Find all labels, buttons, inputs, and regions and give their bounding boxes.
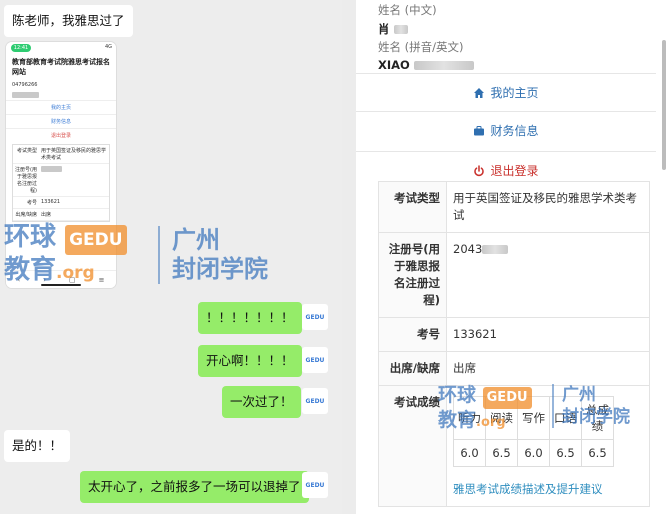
chat-message-out: 太开心了，之前报多了一场可以退掉了 xyxy=(80,471,309,503)
registration-key: 注册号(用于雅思报名注册过程) xyxy=(378,232,447,318)
registration-number: 2043 xyxy=(453,242,483,256)
avatar-label: GEDU xyxy=(305,481,325,489)
name-cn-label: 姓名 (中文) xyxy=(378,3,437,17)
candidate-number-key: 考号 xyxy=(378,317,447,352)
phone-row-key: 注册号(用于雅思报名注册过程) xyxy=(15,167,37,194)
phone-row-value: 133621 xyxy=(41,199,61,205)
finance-link[interactable]: 财务信息 xyxy=(356,111,656,149)
score-header-speaking: 口语 xyxy=(549,396,582,440)
registration-value: 2043 xyxy=(446,232,650,318)
scores-cell: 听力 阅读 写作 口语 总成绩 6.0 6.5 6.0 6.5 6.5 雅思考试… xyxy=(446,385,650,507)
phone-row: 出席/缺席 出席 xyxy=(13,209,109,221)
phone-row-value: 出席 xyxy=(41,212,52,218)
phone-row: 注册号(用于雅思报名注册过程) XXXXXX xyxy=(13,164,109,197)
menu-icon: ≡ xyxy=(98,275,105,284)
table-row: 考试类型 用于英国签证及移民的雅思学术类考试 xyxy=(378,181,650,233)
name-en-text: XIAO xyxy=(378,58,410,72)
phone-row-value: 用于英国签证及移民的雅思学术类考试 xyxy=(41,148,107,161)
phone-candidate-number: 04796266 xyxy=(12,82,38,88)
scores-header-row: 听力 阅读 写作 口语 总成绩 xyxy=(453,396,614,440)
finance-link-label: 财务信息 xyxy=(490,124,539,138)
scores-value-row: 6.0 6.5 6.0 6.5 6.5 xyxy=(453,439,614,467)
table-row: 考号 133621 xyxy=(378,317,650,352)
chat-message-in: 陈老师，我雅思过了 xyxy=(4,5,133,37)
avatar-label: GEDU xyxy=(305,397,325,405)
exam-type-key: 考试类型 xyxy=(378,181,447,233)
score-writing: 6.0 xyxy=(517,439,550,467)
score-listening: 6.0 xyxy=(453,439,486,467)
phone-home-indicator xyxy=(41,284,81,286)
score-overall: 6.5 xyxy=(581,439,614,467)
name-en-value: XIAO xyxy=(378,58,474,72)
phone-link-finance: 财务信息 xyxy=(6,114,116,128)
redaction xyxy=(482,245,509,254)
phone-row-key: 考试类型 xyxy=(16,148,37,154)
phone-page-title: 教育部教育考试院雅思考试报名网站 xyxy=(12,58,110,76)
scores-table: 听力 阅读 写作 口语 总成绩 6.0 6.5 6.0 6.5 6.5 xyxy=(453,396,614,467)
score-description-link[interactable]: 雅思考试成绩描述及提升建议 xyxy=(453,481,643,498)
score-reading: 6.5 xyxy=(485,439,518,467)
name-cn-text: 肖 xyxy=(378,22,390,36)
name-en-label: 姓名 (拼音/英文) xyxy=(378,40,464,54)
phone-status-bar: 12:41 4G xyxy=(6,42,116,54)
ielts-result-page: 姓名 (中文) 肖 姓名 (拼音/英文) XIAO 我的主页 财务信息 退出登录… xyxy=(356,0,669,514)
chat-message-out: 一次过了！ xyxy=(222,386,301,418)
exam-info-table: 考试类型 用于英国签证及移民的雅思学术类考试 注册号(用于雅思报名注册过程) 2… xyxy=(378,181,650,507)
attendance-key: 出席/缺席 xyxy=(378,351,447,386)
score-header-writing: 写作 xyxy=(517,396,550,440)
tabs-icon: ▢ xyxy=(69,275,76,284)
forward-icon: › xyxy=(43,275,47,284)
phone-link-home: 我的主页 xyxy=(6,100,116,114)
phone-link-logout: 退出登录 xyxy=(6,128,116,142)
avatar[interactable]: GEDU xyxy=(302,304,328,330)
scores-key: 考试成绩 xyxy=(378,385,447,507)
phone-row: 考试类型 用于英国签证及移民的雅思学术类考试 xyxy=(13,145,109,164)
chat-message-out: ！！！！！！！ xyxy=(198,302,302,334)
phone-time: 12:41 xyxy=(11,44,31,52)
score-header-reading: 阅读 xyxy=(485,396,518,440)
phone-row-value: XXXXXX xyxy=(39,164,109,196)
power-icon xyxy=(474,164,485,176)
avatar[interactable]: GEDU xyxy=(302,347,328,373)
phone-row-key: 出席/缺席 xyxy=(15,212,37,218)
home-link-label: 我的主页 xyxy=(490,86,539,100)
phone-info-table: 考试类型 用于英国签证及移民的雅思学术类考试 注册号(用于雅思报名注册过程) X… xyxy=(12,144,110,222)
avatar-label: GEDU xyxy=(305,313,325,321)
home-link[interactable]: 我的主页 xyxy=(356,73,656,111)
candidate-number-value: 133621 xyxy=(446,317,650,352)
redaction xyxy=(393,25,408,34)
exam-type-value: 用于英国签证及移民的雅思学术类考试 xyxy=(446,181,650,233)
scrollbar[interactable] xyxy=(662,40,666,170)
shared-screenshot-image[interactable]: 12:41 4G 教育部教育考试院雅思考试报名网站 04796266 XXXXX… xyxy=(6,42,116,288)
chat-panel: 陈老师，我雅思过了 12:41 4G 教育部教育考试院雅思考试报名网站 0479… xyxy=(0,0,342,514)
attendance-value: 出席 xyxy=(446,351,650,386)
avatar[interactable]: GEDU xyxy=(302,472,328,498)
table-row: 出席/缺席 出席 xyxy=(378,351,650,386)
logout-label: 退出登录 xyxy=(490,164,539,178)
phone-row: 考号 133621 xyxy=(13,197,109,209)
score-speaking: 6.5 xyxy=(549,439,582,467)
chat-message-out: 开心啊！！！！ xyxy=(198,345,302,377)
home-icon xyxy=(474,87,485,98)
phone-row-key: 考号 xyxy=(26,200,37,206)
score-header-overall: 总成绩 xyxy=(581,396,614,440)
name-cn-value: 肖 xyxy=(378,21,408,37)
redaction xyxy=(413,61,474,70)
avatar-label: GEDU xyxy=(305,356,325,364)
back-icon: ‹ xyxy=(17,275,21,284)
table-row: 注册号(用于雅思报名注册过程) 2043 xyxy=(378,232,650,318)
score-header-listening: 听力 xyxy=(453,396,486,440)
phone-blurred-name: XXXXXXXX xyxy=(6,90,116,100)
table-row: 考试成绩 听力 阅读 写作 口语 总成绩 6.0 6.5 6.0 6.5 6.5… xyxy=(378,385,650,507)
briefcase-icon xyxy=(474,125,485,135)
avatar[interactable]: GEDU xyxy=(302,388,328,414)
phone-signal: 4G xyxy=(104,44,112,50)
chat-message-in: 是的！！ xyxy=(4,430,71,462)
